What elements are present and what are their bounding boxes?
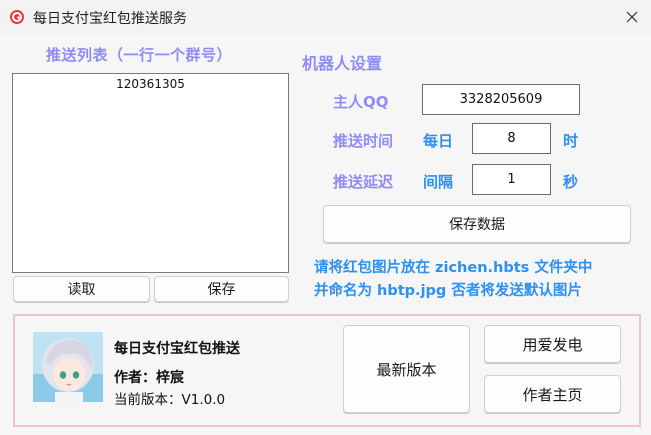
owner-qq-label: 主人QQ: [333, 93, 389, 111]
latest-version-button[interactable]: 最新版本: [343, 325, 470, 413]
close-icon: [626, 8, 638, 27]
owner-qq-input[interactable]: 3328205609: [422, 84, 580, 115]
push-delay-unit: 秒: [563, 173, 579, 191]
about-app-name: 每日支付宝红包推送: [114, 341, 240, 357]
window-title: 每日支付宝红包推送服务: [33, 11, 187, 27]
robot-settings-title: 机器人设置: [302, 54, 383, 73]
push-time-prefix: 每日: [423, 132, 454, 150]
push-time-unit: 时: [563, 132, 579, 150]
list-item[interactable]: 120361305: [13, 74, 288, 91]
push-time-input[interactable]: 8: [472, 123, 551, 154]
push-time-label: 推送时间: [333, 132, 394, 150]
hint-line-2: 并命名为 hbtp.jpg 否者将发送默认图片: [314, 283, 582, 299]
about-version: 当前版本：V1.0.0: [114, 392, 226, 408]
about-author: 作者：梓宸: [114, 370, 184, 386]
save-data-button[interactable]: 保存数据: [323, 205, 631, 243]
save-list-button[interactable]: 保存: [154, 276, 289, 302]
push-delay-input[interactable]: 1: [472, 164, 551, 195]
read-button[interactable]: 读取: [13, 276, 150, 302]
author-avatar: [33, 332, 103, 402]
donate-button[interactable]: 用爱发电: [484, 325, 621, 363]
push-list-textbox[interactable]: 120361305: [12, 73, 289, 273]
push-list-title: 推送列表（一行一个群号）: [46, 46, 233, 64]
push-delay-label: 推送延迟: [333, 173, 394, 191]
push-delay-prefix: 间隔: [423, 173, 454, 191]
image-hint-note: 请将红包图片放在 zichen.hbts 文件夹中 并命名为 hbtp.jpg …: [314, 257, 592, 303]
title-bar: 每日支付宝红包推送服务: [0, 0, 651, 35]
close-button[interactable]: [612, 0, 651, 35]
app-ring-icon: [9, 9, 25, 25]
hint-line-1: 请将红包图片放在 zichen.hbts 文件夹中: [314, 260, 593, 276]
author-homepage-button[interactable]: 作者主页: [484, 375, 621, 413]
